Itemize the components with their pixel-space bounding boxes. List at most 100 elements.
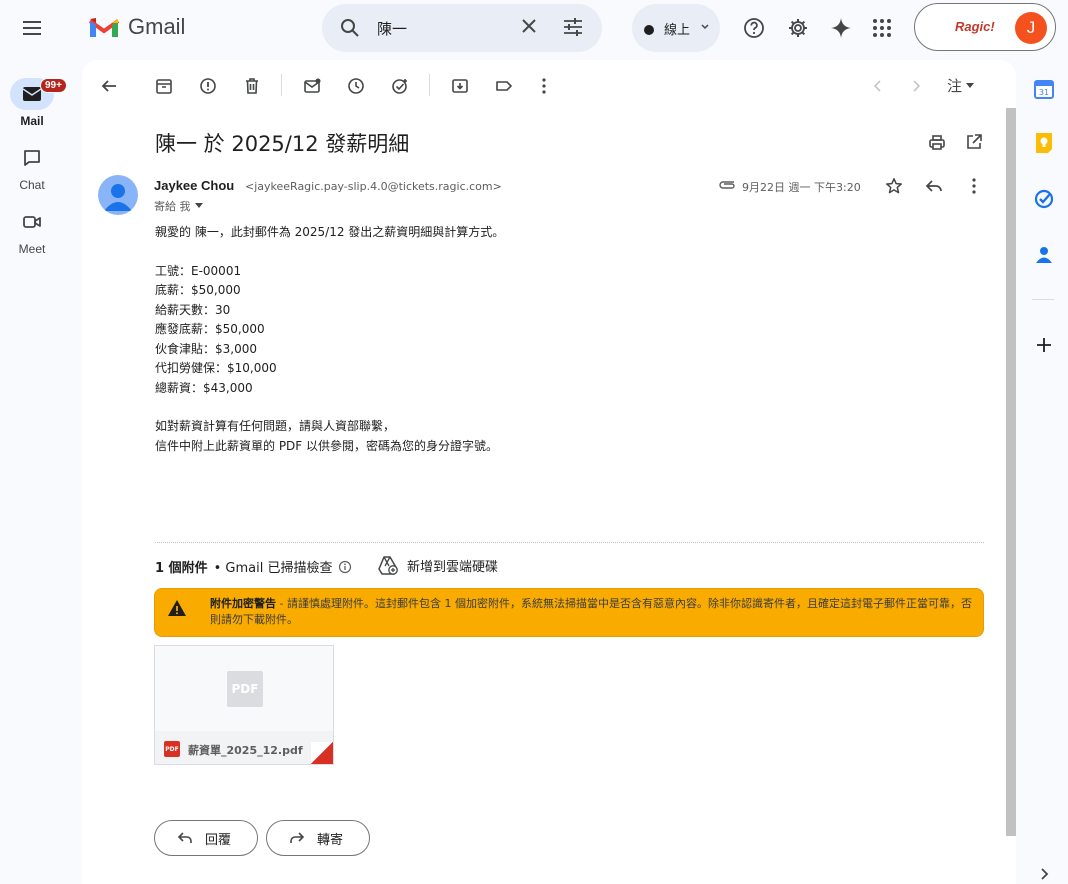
mail-pill[interactable]: 99+ [10,78,67,110]
search-icon[interactable] [338,16,362,40]
nav-chat-label: Chat [19,178,45,192]
reply-icon [177,832,192,843]
email-subject: 陳一 於 2025/12 發薪明細 [155,132,410,156]
unread-badge: 99+ [40,78,67,93]
snooze-clock-icon[interactable] [344,74,368,98]
star-icon[interactable] [882,174,906,198]
add-to-drive-label: 新增到雲端硬碟 [407,559,499,575]
settings-gear-icon[interactable] [786,16,810,40]
mail-icon [22,87,42,101]
apps-grid-icon[interactable] [870,16,894,40]
report-spam-icon[interactable] [196,74,220,98]
forward-button[interactable]: 轉寄 [266,820,370,856]
org-logo: Ragic! [955,19,995,34]
search-bar[interactable]: 陳一 [322,4,602,52]
tasks-icon[interactable] [1032,187,1056,211]
chat-icon [24,150,40,166]
attachment-preview[interactable]: PDF [155,646,333,731]
attachment-header: 1 個附件 • Gmail 已掃描檢查 [155,557,352,576]
clear-search-icon[interactable] [519,16,539,36]
move-to-icon[interactable] [448,74,472,98]
sender-avatar[interactable] [98,175,138,215]
nav-meet[interactable]: Meet [0,206,64,256]
svg-text:31: 31 [1039,88,1049,97]
payslip-line: 總薪資：$43,000 [155,380,253,395]
email-view: 注 陳一 於 2025/12 發薪明細 Jaykee Chou <jaykeeR… [82,60,1016,884]
newer-chevron-left-icon[interactable] [866,74,890,98]
reply-button[interactable]: 回覆 [154,820,258,856]
input-tools-selector[interactable]: 注 [947,75,975,96]
gemini-sparkle-icon[interactable] [829,16,853,40]
email-date: 9月22日 週一 下午3:20 [742,181,861,194]
forward-icon [290,832,305,843]
nav-chat[interactable]: Chat [0,142,64,192]
chat-pill[interactable] [10,142,54,174]
payslip-line: 代扣勞健保：$10,000 [155,361,277,375]
warning-triangle-icon [168,600,186,616]
main-menu-button[interactable] [16,12,48,44]
open-in-new-window-icon[interactable] [962,130,986,154]
pdf-placeholder-icon: PDF [227,670,263,707]
status-label: 線上 [664,23,691,38]
calendar-icon[interactable]: 31 [1032,77,1056,101]
older-chevron-right-icon[interactable] [904,74,928,98]
attachment-count: 1 個附件 [155,561,208,576]
forward-label: 轉寄 [317,832,344,848]
video-camera-icon [23,216,41,228]
account-switcher[interactable]: Ragic! J [914,3,1056,51]
attachment-divider [155,542,984,543]
payslip-line: 應發底薪：$50,000 [155,322,265,336]
side-panel-divider [1032,299,1054,300]
attachment-filename: 薪資單_2025_12.pdf [188,744,303,757]
search-input[interactable]: 陳一 [377,18,407,39]
label-icon[interactable] [492,74,516,98]
scrollbar-thumb[interactable] [1006,108,1016,836]
contacts-icon[interactable] [1032,243,1056,267]
add-to-drive-button[interactable]: 新增到雲端硬碟 [377,555,498,575]
pdf-file-icon: PDF [164,741,180,757]
trash-icon[interactable] [240,74,264,98]
keep-notes-icon[interactable] [1032,131,1056,155]
closing-line: 信件中附上此薪資單的 PDF 以供參閱，密碼為您的身分證字號。 [155,438,499,453]
drive-add-icon [378,556,398,575]
app-name: Gmail [128,14,186,39]
nav-mail[interactable]: 99+ Mail [0,78,67,128]
meet-pill[interactable] [10,206,54,238]
recipient-details[interactable]: 寄給 我 [154,198,203,214]
info-icon[interactable] [338,560,352,574]
payslip-line: 底薪：$50,000 [155,283,241,297]
caret-down-icon [194,203,203,208]
add-addon-plus-icon[interactable] [1032,333,1056,357]
status-dot [644,25,654,35]
help-icon[interactable] [742,16,766,40]
avatar[interactable]: J [1015,12,1047,44]
more-vert-icon[interactable] [962,174,986,198]
sender-name[interactable]: Jaykee Chou [154,178,234,193]
encryption-warning-banner: 附件加密警告 - 請謹慎處理附件。這封郵件包含 1 個加密附件，系統無法掃描當中… [154,588,984,637]
recipient-label: 寄給 我 [154,200,191,213]
scrollbar[interactable] [1004,108,1016,884]
reply-label: 回覆 [205,832,232,848]
warning-text: 附件加密警告 - 請謹慎處理附件。這封郵件包含 1 個加密附件，系統無法掃描當中… [210,596,980,628]
print-icon[interactable] [925,130,949,154]
input-tools-label: 注 [947,77,963,95]
gmail-logo[interactable]: Gmail [88,14,185,40]
warning-body: - 請謹慎處理附件。這封郵件包含 1 個加密附件，系統無法掃描當中是否含有惡意內… [210,597,972,626]
toolbar-divider [281,74,282,96]
attachment-card[interactable]: PDF PDF 薪資單_2025_12.pdf [154,645,334,765]
add-task-icon[interactable] [388,74,412,98]
archive-icon[interactable] [152,74,176,98]
closing-line: 如對薪資計算有任何問題，請與人資部聯繫， [155,419,396,433]
gmail-m-icon [88,18,120,37]
more-vert-icon[interactable] [532,74,556,98]
status-selector[interactable]: 線上 [632,4,720,52]
back-arrow-icon[interactable] [97,74,121,98]
reply-icon[interactable] [922,174,946,198]
expand-panel-chevron-icon[interactable] [1032,864,1056,884]
search-options-icon[interactable] [562,16,584,38]
payslip-line: 工號：E-00001 [155,263,242,278]
toolbar-divider [429,74,430,96]
mark-unread-icon[interactable] [300,74,324,98]
nav-meet-label: Meet [18,242,46,256]
page-fold-corner [311,742,333,764]
